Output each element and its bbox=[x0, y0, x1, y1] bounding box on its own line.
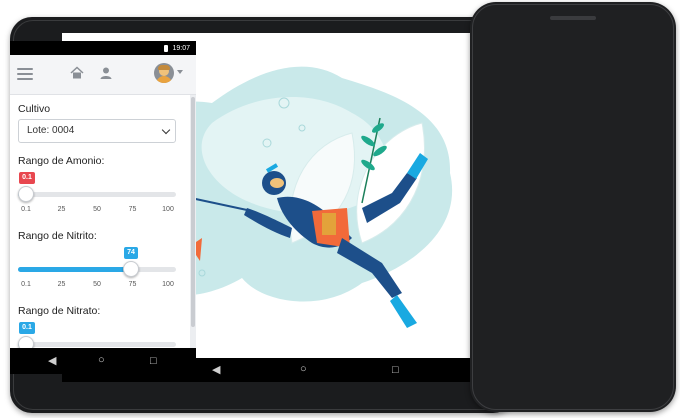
phone-device bbox=[470, 2, 676, 412]
user-icon[interactable] bbox=[99, 66, 113, 80]
amonio-tick-label: 25 bbox=[57, 206, 66, 213]
cultivo-label: Cultivo bbox=[18, 103, 51, 115]
nitrato-track[interactable] bbox=[18, 342, 176, 347]
phone-navigation-bar: ◀ ○ □ bbox=[10, 348, 196, 374]
avatar[interactable] bbox=[154, 63, 174, 83]
nitrito-fill bbox=[18, 267, 132, 272]
cultivo-selected-value: Lote: 0004 bbox=[27, 125, 75, 136]
amonio-tick-label: 75 bbox=[128, 206, 137, 213]
nitrato-slider: Rango de Nitrato: 0.1 0.1255075100 bbox=[18, 305, 176, 348]
nitrato-value-badge: 0.1 bbox=[19, 322, 35, 334]
home-icon[interactable]: ○ bbox=[98, 354, 105, 366]
phone-screen: 19:07 Cultivo Lote: 0004 Rango de Amonio… bbox=[10, 41, 196, 348]
menu-icon[interactable] bbox=[17, 68, 33, 80]
nitrito-tick-label: 100 bbox=[162, 281, 174, 288]
status-time: 19:07 bbox=[172, 44, 190, 52]
status-bar: 19:07 bbox=[10, 41, 196, 55]
back-icon[interactable]: ◀ bbox=[48, 355, 56, 367]
recents-icon[interactable]: □ bbox=[392, 364, 399, 376]
nitrito-label: Rango de Nitrito: bbox=[18, 230, 97, 242]
home-icon[interactable]: ○ bbox=[300, 363, 307, 375]
amonio-slider: Rango de Amonio: 0.1 0.1 25 50 75 100 bbox=[18, 155, 176, 223]
amonio-track[interactable] bbox=[18, 192, 176, 197]
nitrito-handle[interactable] bbox=[123, 261, 140, 277]
battery-icon bbox=[164, 44, 169, 52]
nitrito-tick-label: 0.1 bbox=[21, 281, 31, 288]
recents-icon[interactable]: □ bbox=[150, 355, 157, 367]
nitrito-tick-label: 75 bbox=[128, 281, 137, 288]
nitrito-value-badge: 74 bbox=[124, 247, 138, 259]
nitrito-tick-label: 50 bbox=[93, 281, 101, 288]
phone-speaker bbox=[550, 16, 596, 20]
nitrato-handle[interactable] bbox=[18, 336, 35, 348]
amonio-handle[interactable] bbox=[18, 186, 35, 202]
filter-form: Cultivo Lote: 0004 Rango de Amonio: 0.1 … bbox=[10, 95, 190, 348]
amonio-tick-label: 0.1 bbox=[21, 206, 31, 213]
app-bar bbox=[10, 55, 196, 95]
phone-bezel bbox=[472, 4, 674, 410]
amonio-scale: 0.1 25 50 75 100 bbox=[18, 206, 176, 216]
chevron-down-icon bbox=[161, 125, 171, 135]
amonio-value-badge: 0.1 bbox=[19, 172, 35, 184]
nitrito-tick-label: 25 bbox=[57, 281, 66, 288]
nitrito-slider: Rango de Nitrito: 74 0.1 25 50 75 100 bbox=[18, 230, 176, 298]
chevron-down-icon[interactable] bbox=[177, 70, 183, 74]
amonio-label: Rango de Amonio: bbox=[18, 155, 105, 167]
amonio-tick-label: 100 bbox=[162, 206, 174, 213]
cultivo-select[interactable]: Lote: 0004 bbox=[18, 119, 176, 143]
nitrato-label: Rango de Nitrato: bbox=[18, 305, 101, 317]
scrollbar-thumb[interactable] bbox=[191, 97, 195, 327]
nitrito-scale: 0.1 25 50 75 100 bbox=[18, 281, 176, 291]
amonio-tick-label: 50 bbox=[93, 206, 101, 213]
back-icon[interactable]: ◀ bbox=[212, 364, 220, 376]
device-mockup-scene: ◀ ○ □ 19:07 Cultivo Lote: 0004 Rango de … bbox=[0, 0, 680, 418]
home-icon[interactable] bbox=[70, 66, 84, 80]
